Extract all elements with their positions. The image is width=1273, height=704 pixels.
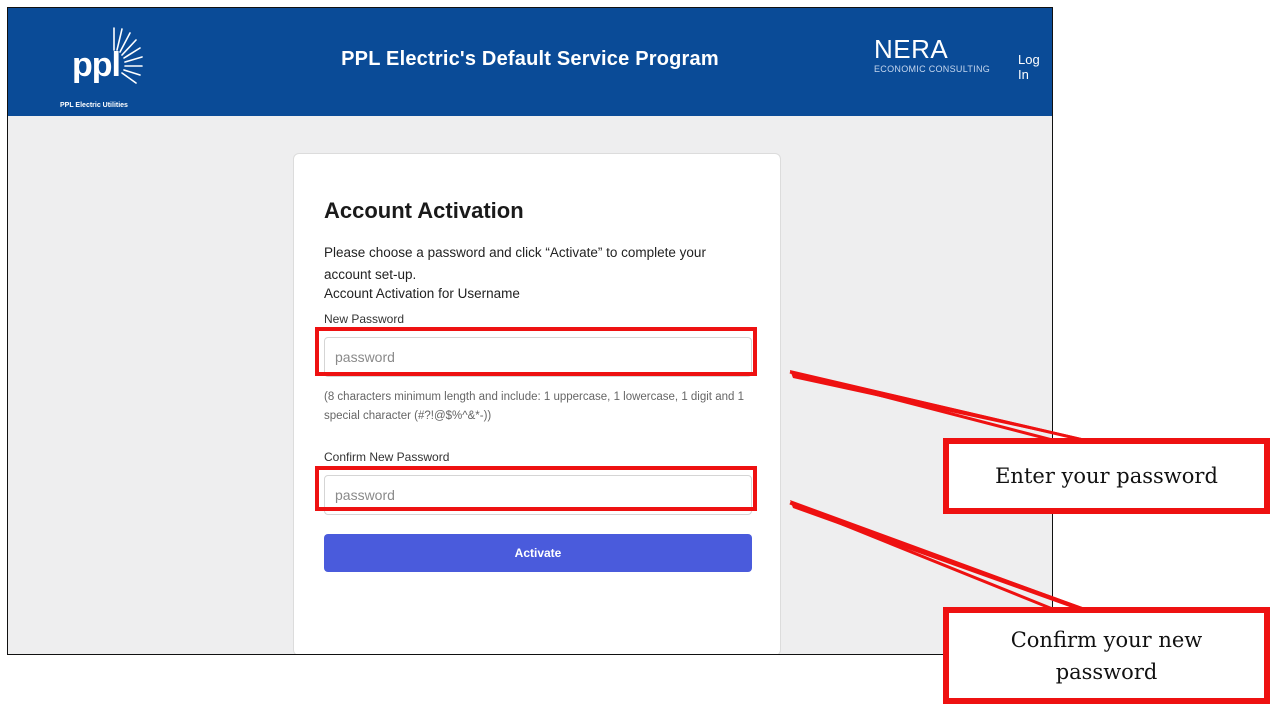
callout-arrows	[789, 370, 1093, 614]
enter-password-arrow	[790, 370, 1090, 440]
enter-password-callout: Enter your password	[943, 438, 1270, 514]
enter-password-arrow-tail	[789, 370, 1093, 444]
confirm-password-callout: Confirm your new password	[943, 607, 1270, 704]
confirm-password-arrow-tail	[789, 501, 1093, 614]
